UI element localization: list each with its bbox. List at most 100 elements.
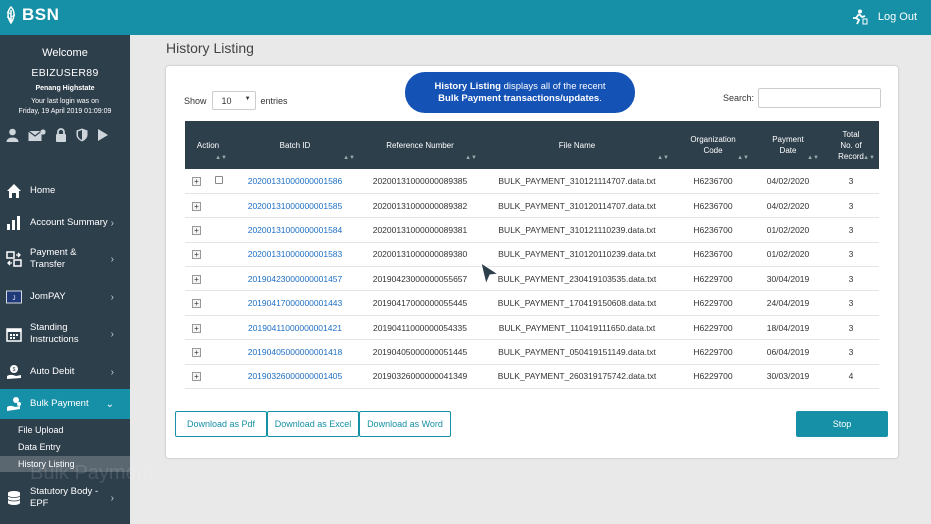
table-row: + 20190423000000001457 20190423000000055… [185, 266, 879, 292]
batch-id-link[interactable]: 20200131000000001585 [231, 193, 359, 219]
entries-value: 10 [221, 96, 232, 106]
sidebar-subitem-file-upload[interactable]: File Upload [0, 422, 130, 438]
sidebar-item-account-summary[interactable]: Account Summary › [0, 210, 130, 236]
logout-button[interactable]: Log Out [851, 9, 917, 25]
batch-id-link[interactable]: 20190405000000001418 [231, 339, 359, 365]
reference-number: 20190326000000041349 [359, 364, 481, 390]
sidebar: Welcome EBIZUSER89 Penang Highstate Your… [0, 35, 130, 524]
expand-row-icon[interactable]: + [192, 299, 201, 309]
col-total-records[interactable]: Total No. of Record ▲▼ [823, 121, 879, 169]
history-table: Action ▲▼ Batch ID ▲▼ Reference Number ▲▼ F… [185, 121, 879, 390]
expand-row-icon[interactable]: + [192, 347, 201, 357]
download-word-button[interactable]: Download as Word [359, 411, 451, 437]
exit-run-icon [852, 9, 868, 25]
sidebar-item-label: Auto Debit [30, 366, 75, 377]
play-icon[interactable] [97, 128, 109, 147]
reference-number: 20200131000000089380 [359, 242, 481, 268]
reference-number: 20190417000000055445 [359, 290, 481, 316]
batch-id-link[interactable]: 20190423000000001457 [231, 266, 359, 292]
table-header-row: Action ▲▼ Batch ID ▲▼ Reference Number ▲▼ F… [185, 121, 879, 169]
sidebar-item-label: Bulk Payment [30, 398, 89, 409]
col-batch-id[interactable]: Batch ID ▲▼ [231, 121, 359, 169]
col-payment-date[interactable]: Payment Date ▲▼ [753, 121, 823, 169]
reference-number: 20200131000000089381 [359, 217, 481, 243]
table-row: + 20200131000000001583 20200131000000089… [185, 242, 879, 268]
chevron-right-icon: › [110, 253, 114, 265]
col-reference-number[interactable]: Reference Number ▲▼ [359, 121, 481, 169]
last-login-time: Friday, 19 April 2019 01:09:09 [18, 108, 112, 115]
col-action[interactable]: Action ▲▼ [185, 121, 231, 169]
download-pdf-button[interactable]: Download as Pdf [175, 411, 267, 437]
branch-name: Penang Highstate [35, 85, 95, 92]
logo-text: BSN [22, 5, 60, 24]
sidebar-subitem-data-entry[interactable]: Data Entry [0, 439, 130, 455]
reference-number: 20200131000000089385 [359, 169, 481, 194]
expand-row-icon[interactable]: + [192, 176, 201, 186]
bsn-logo[interactable]: BSN [4, 5, 59, 25]
info-text-1: displays all of the recent [500, 81, 606, 92]
download-excel-button[interactable]: Download as Excel [267, 411, 359, 437]
file-name: BULK_PAYMENT_260319175742.data.txt [481, 364, 673, 390]
organization-code: H6236700 [673, 193, 753, 219]
table-row: + 20190326000000001405 20190326000000041… [185, 364, 879, 390]
expand-row-icon[interactable]: + [192, 201, 201, 211]
reference-number: 20190411000000054335 [359, 315, 481, 341]
row-checkbox[interactable] [215, 175, 223, 184]
sidebar-item-bulk-payment[interactable]: Bulk Payment ⌄ [0, 389, 130, 419]
sidebar-item-auto-debit[interactable]: $ Auto Debit › [0, 359, 130, 385]
expand-row-icon[interactable]: + [192, 323, 201, 333]
organization-code: H6236700 [673, 242, 753, 268]
mail-icon[interactable] [28, 128, 46, 147]
expand-row-icon[interactable]: + [192, 225, 201, 235]
expand-row-icon[interactable]: + [192, 372, 201, 382]
money-hand-icon: $ [7, 365, 21, 379]
search-control: Search: [723, 88, 882, 108]
total-records: 3 [823, 339, 879, 365]
total-records: 3 [823, 242, 879, 268]
transfer-icon [6, 251, 22, 267]
col-file-name[interactable]: File Name ▲▼ [481, 121, 673, 169]
chevron-down-icon: ⌄ [105, 398, 114, 410]
payment-date: 18/04/2019 [753, 315, 823, 341]
user-icon[interactable] [6, 128, 19, 147]
bar-chart-icon [7, 216, 20, 230]
sidebar-item-jompay[interactable]: J JomPAY › [0, 284, 130, 310]
username: EBIZUSER89 [31, 67, 99, 79]
search-input[interactable] [758, 88, 882, 108]
shield-icon[interactable] [76, 128, 88, 147]
sidebar-item-standing-instructions[interactable]: Standing Instructions › [0, 319, 130, 349]
expand-row-icon[interactable]: + [192, 250, 201, 260]
info-text-2: . [599, 93, 602, 104]
batch-id-link[interactable]: 20190411000000001421 [231, 315, 359, 341]
batch-id-link[interactable]: 20190326000000001405 [231, 364, 359, 390]
info-bold-1: History Listing [434, 81, 501, 92]
file-name: BULK_PAYMENT_230419103535.data.txt [481, 266, 673, 292]
expand-row-icon[interactable]: + [192, 274, 201, 284]
col-organization-code[interactable]: Organization Code ▲▼ [673, 121, 753, 169]
last-login-label: Your last login was on [31, 98, 99, 105]
total-records: 3 [823, 266, 879, 292]
jompay-icon: J [6, 290, 22, 304]
sidebar-item-statutory-body-epf[interactable]: Statutory Body - EPF › [0, 483, 130, 513]
lock-icon[interactable] [55, 128, 67, 147]
batch-id-link[interactable]: 20200131000000001583 [231, 242, 359, 268]
sort-icon: ▲▼ [737, 155, 749, 161]
total-records: 3 [823, 315, 879, 341]
stop-button[interactable]: Stop [796, 411, 888, 437]
batch-id-link[interactable]: 20200131000000001586 [231, 169, 359, 194]
batch-id-link[interactable]: 20200131000000001584 [231, 217, 359, 243]
sidebar-item-home[interactable]: Home [0, 178, 130, 204]
table-row: + 20190405000000001418 20190405000000051… [185, 339, 879, 365]
sidebar-item-label: Home [30, 185, 56, 196]
batch-id-link[interactable]: 20190417000000001443 [231, 290, 359, 316]
sidebar-item-label: Payment & Transfer [30, 247, 77, 270]
info-banner: History Listing displays all of the rece… [405, 72, 635, 113]
reference-number: 20190423000000055657 [359, 266, 481, 292]
entries-select[interactable]: 10 ▼ [211, 91, 256, 110]
calendar-icon [6, 328, 22, 342]
sidebar-item-payment-transfer[interactable]: Payment & Transfer › [0, 244, 130, 274]
table-row: + 20190417000000001443 20190417000000055… [185, 290, 879, 316]
chevron-right-icon: › [110, 291, 114, 303]
payment-date: 24/04/2019 [753, 290, 823, 316]
info-bold-2: Bulk Payment transactions/updates [438, 93, 600, 104]
